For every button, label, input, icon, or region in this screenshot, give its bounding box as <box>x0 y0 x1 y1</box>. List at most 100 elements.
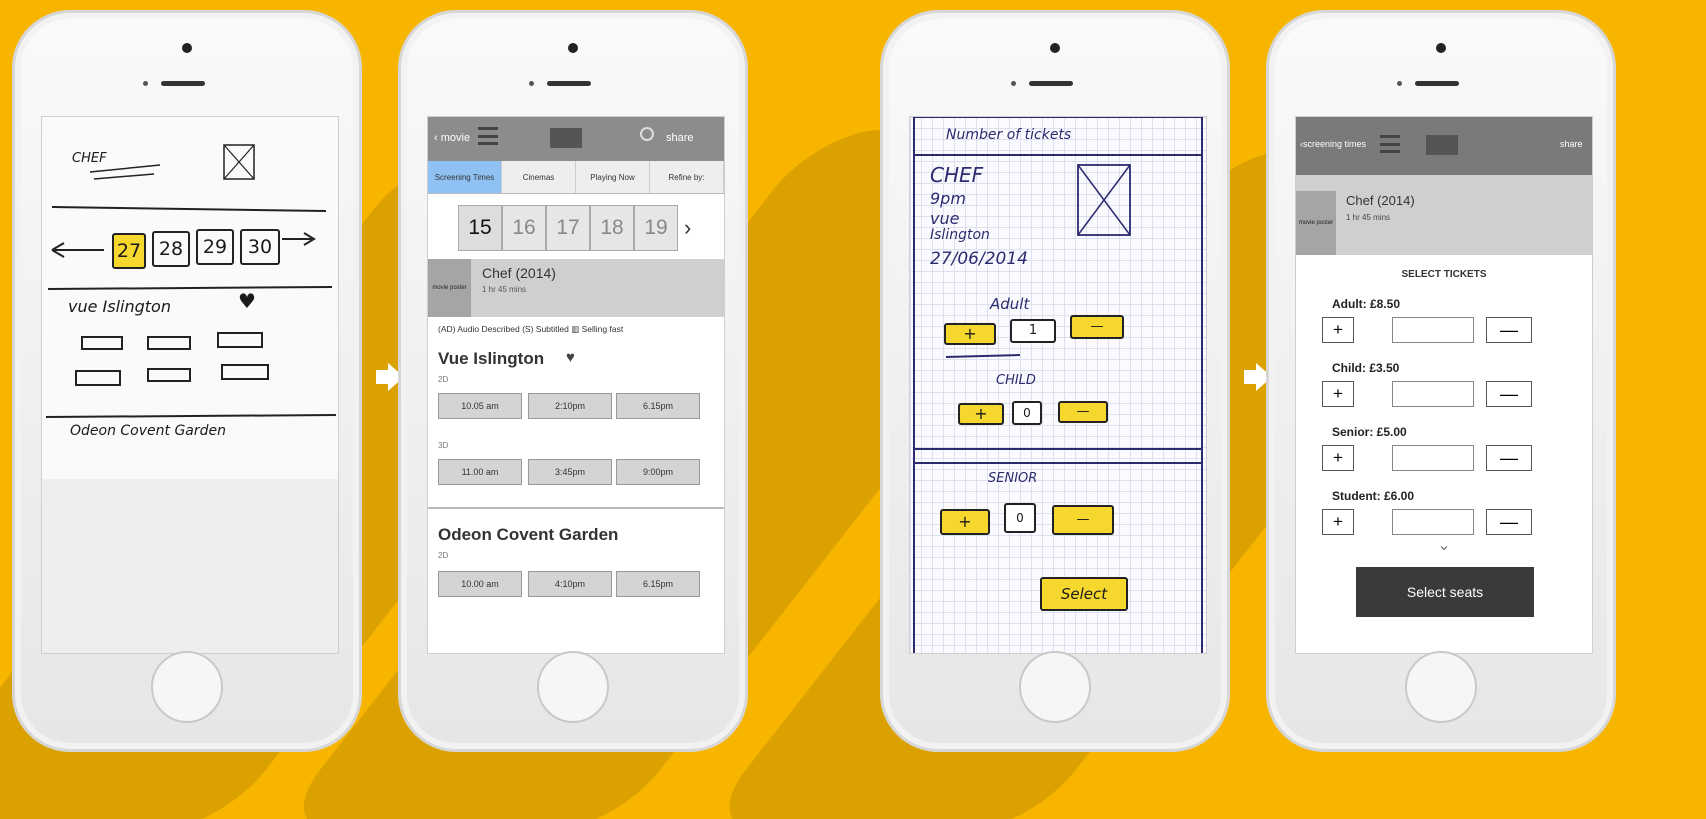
date-picker: 15 16 17 18 19 <box>458 205 678 251</box>
heart-icon[interactable]: ♥ <box>238 289 256 313</box>
home-button <box>1019 651 1091 723</box>
venue-location: Islington <box>930 227 990 243</box>
back-button[interactable]: ‹screening times <box>1300 139 1366 149</box>
student-plus-button[interactable]: + <box>1322 509 1354 535</box>
camera <box>568 43 578 53</box>
adult-plus-button[interactable]: + <box>944 323 996 345</box>
movie-card[interactable]: movie poster Chef (2014) 1 hr 45 mins <box>1296 175 1592 255</box>
movie-poster: movie poster <box>1296 191 1336 255</box>
time-button[interactable]: 3:45pm <box>528 459 612 485</box>
senior-minus-button[interactable]: — <box>1486 445 1532 471</box>
child-plus-button[interactable]: + <box>958 403 1004 425</box>
show-date: 27/06/2014 <box>930 249 1028 269</box>
child-minus-button[interactable]: — <box>1486 381 1532 407</box>
home-button <box>537 651 609 723</box>
search-icon[interactable] <box>640 127 654 141</box>
senior-plus-button[interactable]: + <box>940 509 990 535</box>
show-time: 9pm <box>930 189 966 208</box>
ticket-label: Senior: £5.00 <box>1332 425 1407 439</box>
tab-cinemas[interactable]: Cinemas <box>502 161 576 193</box>
sketch-lines <box>42 144 338 653</box>
tab-screening-times[interactable]: Screening Times <box>428 161 502 193</box>
child-count: 0 <box>1012 401 1042 425</box>
ticket-label: Adult: £8.50 <box>1332 297 1401 311</box>
tab-playing-now[interactable]: Playing Now <box>576 161 650 193</box>
heart-icon[interactable]: ♥ <box>566 349 575 366</box>
movie-title: Chef (2014) <box>482 265 556 281</box>
movie-title: Chef (2014) <box>1346 193 1415 208</box>
chevron-right-icon[interactable]: › <box>684 215 691 241</box>
adult-plus-button[interactable]: + <box>1322 317 1354 343</box>
date-item[interactable]: 17 <box>546 205 590 251</box>
adult-minus-button[interactable]: — <box>1486 317 1532 343</box>
phone-sketch-1: CHEF 27 28 29 30 vue Islington ♥ Odeon C… <box>12 10 362 752</box>
senior-count: 0 <box>1004 503 1036 533</box>
time-button[interactable]: 6.15pm <box>616 393 700 419</box>
date[interactable]: 30 <box>240 229 280 265</box>
section-title: SELECT TICKETS <box>1401 269 1487 280</box>
time-button[interactable]: 6.15pm <box>616 571 700 597</box>
time-button[interactable]: 4:10pm <box>528 571 612 597</box>
senior-plus-button[interactable]: + <box>1322 445 1354 471</box>
chevron-down-icon[interactable]: ⌄ <box>1296 535 1592 555</box>
phone-wireframe-tickets: ‹screening times share movie poster Chef… <box>1266 10 1616 752</box>
menu-icon[interactable] <box>1380 135 1400 153</box>
time-button[interactable]: 9:00pm <box>616 459 700 485</box>
tab-refine[interactable]: Refine by: <box>650 161 724 193</box>
child-plus-button[interactable]: + <box>1322 381 1354 407</box>
phone-wireframe-screening: ‹ movie share Screening Times Cinemas Pl… <box>398 10 748 752</box>
time-button[interactable]: 2:10pm <box>528 393 612 419</box>
student-quantity-field[interactable] <box>1392 509 1474 535</box>
senior-label: SENIOR <box>988 471 1038 486</box>
time-button[interactable]: 10.00 am <box>438 571 522 597</box>
home-button <box>1405 651 1477 723</box>
select-button[interactable]: Select <box>1040 577 1128 611</box>
speaker <box>1415 81 1459 86</box>
sensor <box>529 81 534 86</box>
time-button[interactable]: 10.05 am <box>438 393 522 419</box>
share-button[interactable]: share <box>666 132 694 144</box>
format-label: 2D <box>438 551 449 560</box>
adult-quantity-field[interactable] <box>1392 317 1474 343</box>
date[interactable]: 28 <box>152 231 190 267</box>
ticket-label: Student: £6.00 <box>1332 489 1415 503</box>
phone-sketch-tickets: Number of tickets CHEF 9pm vue Islington… <box>880 10 1230 752</box>
camera <box>182 43 192 53</box>
date[interactable]: 29 <box>196 229 234 265</box>
child-quantity-field[interactable] <box>1392 381 1474 407</box>
screen-header: Number of tickets <box>946 127 1072 143</box>
tab-bar: Screening Times Cinemas Playing Now Refi… <box>428 161 724 194</box>
movie-card[interactable]: movie poster Chef (2014) 1 hr 45 mins <box>428 259 724 317</box>
date-item[interactable]: 16 <box>502 205 546 251</box>
movie-poster: movie poster <box>428 259 471 317</box>
movie-duration: 1 hr 45 mins <box>1346 213 1391 222</box>
select-tickets-screen: ‹screening times share movie poster Chef… <box>1295 116 1593 654</box>
menu-icon[interactable] <box>478 127 498 145</box>
venue: vue <box>930 209 960 228</box>
student-minus-button[interactable]: — <box>1486 509 1532 535</box>
date-item[interactable]: 15 <box>458 205 502 251</box>
child-minus-button[interactable]: — <box>1058 401 1108 423</box>
adult-minus-button[interactable]: — <box>1070 315 1124 339</box>
top-bar: ‹ movie share <box>428 117 724 161</box>
movie-duration: 1 hr 45 mins <box>482 285 527 294</box>
time-button[interactable]: 11.00 am <box>438 459 522 485</box>
back-button[interactable]: ‹ movie <box>434 132 470 144</box>
sensor <box>1011 81 1016 86</box>
date-item[interactable]: 19 <box>634 205 678 251</box>
date-item[interactable]: 18 <box>590 205 634 251</box>
camera <box>1050 43 1060 53</box>
date-selected[interactable]: 27 <box>112 233 146 269</box>
format-label: 3D <box>438 441 449 450</box>
second-cinema: Odeon Covent Garden <box>70 423 227 439</box>
sketch-tickets-screen: Number of tickets CHEF 9pm vue Islington… <box>909 116 1207 654</box>
divider <box>428 507 724 509</box>
senior-quantity-field[interactable] <box>1392 445 1474 471</box>
child-label: CHILD <box>996 373 1036 388</box>
select-seats-button[interactable]: Select seats <box>1356 567 1534 617</box>
senior-minus-button[interactable]: — <box>1052 505 1114 535</box>
speaker <box>1029 81 1073 86</box>
share-button[interactable]: share <box>1560 139 1583 149</box>
cinema-name: Vue Islington <box>438 349 545 368</box>
legend: (AD) Audio Described (S) Subtitled ▥ Sel… <box>438 324 624 334</box>
